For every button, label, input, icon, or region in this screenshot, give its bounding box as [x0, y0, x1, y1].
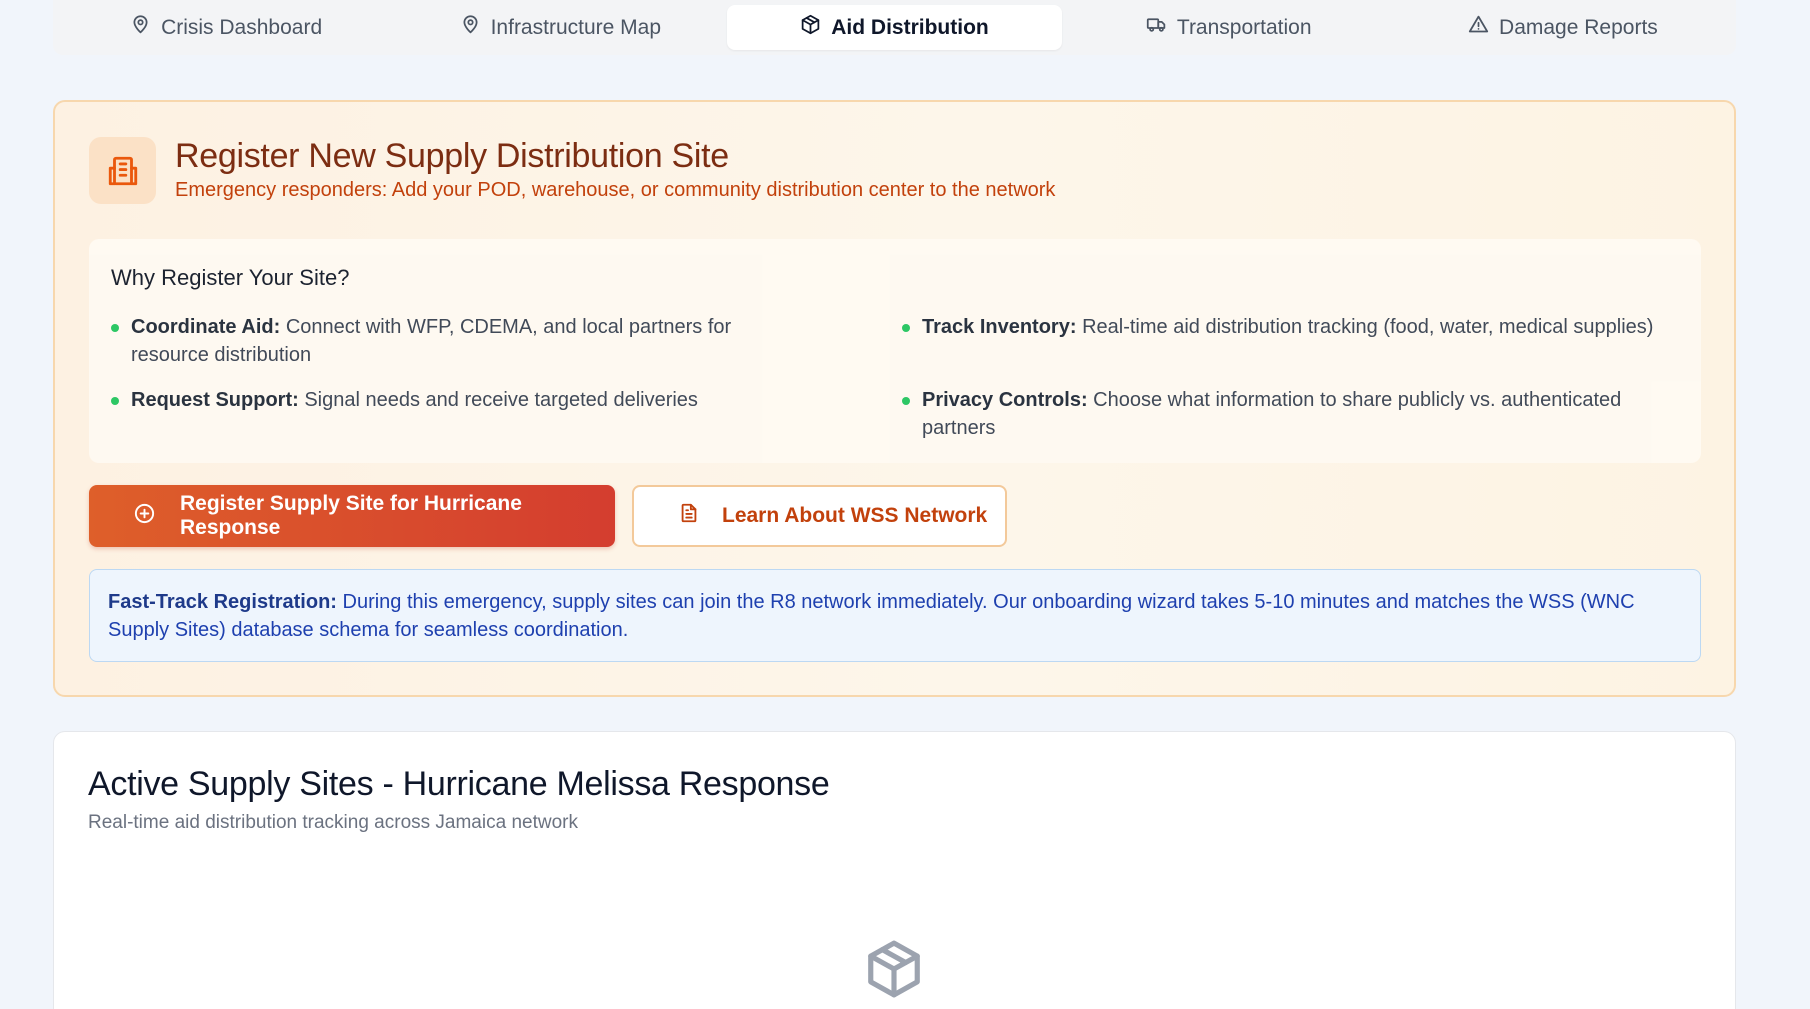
package-icon: [863, 938, 925, 1000]
active-sites-card: Active Supply Sites - Hurricane Melissa …: [53, 731, 1736, 1009]
alert-triangle-icon: [1468, 14, 1489, 41]
benefit-label: Track Inventory:: [922, 316, 1077, 338]
benefit-text: Signal needs and receive targeted delive…: [304, 389, 698, 411]
tab-label: Transportation: [1176, 15, 1312, 39]
register-site-card: Register New Supply Distribution Site Em…: [53, 100, 1736, 697]
tab-label: Infrastructure Map: [490, 15, 661, 39]
tab-aid-distribution[interactable]: Aid Distribution: [727, 5, 1062, 50]
tab-transportation[interactable]: Transportation: [1062, 5, 1396, 50]
active-sites-subtitle: Real-time aid distribution tracking acro…: [88, 812, 578, 833]
benefit-label: Privacy Controls:: [922, 389, 1088, 411]
benefit-label: Request Support:: [131, 389, 299, 411]
tab-infrastructure-map[interactable]: Infrastructure Map: [393, 5, 727, 50]
benefit-request-support: Request Support: Signal needs and receiv…: [111, 386, 811, 414]
building-icon: [89, 137, 156, 204]
map-pin-icon: [460, 14, 481, 41]
info-label: Fast-Track Registration:: [108, 591, 337, 613]
button-label: Register Supply Site for Hurricane Respo…: [180, 492, 522, 539]
register-subtitle: Emergency responders: Add your POD, ware…: [175, 179, 1056, 201]
benefit-text: Real-time aid distribution tracking (foo…: [1082, 316, 1654, 338]
benefit-track-inventory: Track Inventory: Real-time aid distribut…: [902, 313, 1682, 341]
why-register-box: Why Register Your Site? Coordinate Aid: …: [89, 239, 1701, 463]
tab-crisis-dashboard[interactable]: Crisis Dashboard: [59, 5, 393, 50]
active-sites-title: Active Supply Sites - Hurricane Melissa …: [88, 765, 830, 803]
package-icon: [800, 14, 821, 41]
tab-label: Crisis Dashboard: [161, 15, 323, 39]
benefit-coordinate-aid: Coordinate Aid: Connect with WFP, CDEMA,…: [111, 313, 811, 369]
tab-label: Damage Reports: [1499, 15, 1658, 39]
truck-icon: [1146, 14, 1167, 41]
fast-track-info: Fast-Track Registration: During this eme…: [89, 569, 1701, 662]
tab-label: Aid Distribution: [831, 15, 989, 39]
register-title: Register New Supply Distribution Site: [175, 137, 729, 175]
why-register-title: Why Register Your Site?: [111, 265, 350, 290]
button-label: Learn About WSS Network: [722, 504, 988, 527]
document-icon: [678, 502, 700, 530]
info-text: During this emergency, supply sites can …: [108, 591, 1635, 641]
register-supply-site-button[interactable]: Register Supply Site for Hurricane Respo…: [89, 485, 615, 547]
benefit-privacy-controls: Privacy Controls: Choose what informatio…: [902, 386, 1622, 442]
learn-wss-network-button[interactable]: Learn About WSS Network: [632, 485, 1007, 547]
map-pin-icon: [130, 14, 151, 41]
main-tabs: Crisis Dashboard Infrastructure Map Aid …: [53, 0, 1736, 55]
plus-circle-icon: [133, 502, 156, 531]
benefit-label: Coordinate Aid:: [131, 316, 281, 338]
tab-damage-reports[interactable]: Damage Reports: [1396, 5, 1730, 50]
